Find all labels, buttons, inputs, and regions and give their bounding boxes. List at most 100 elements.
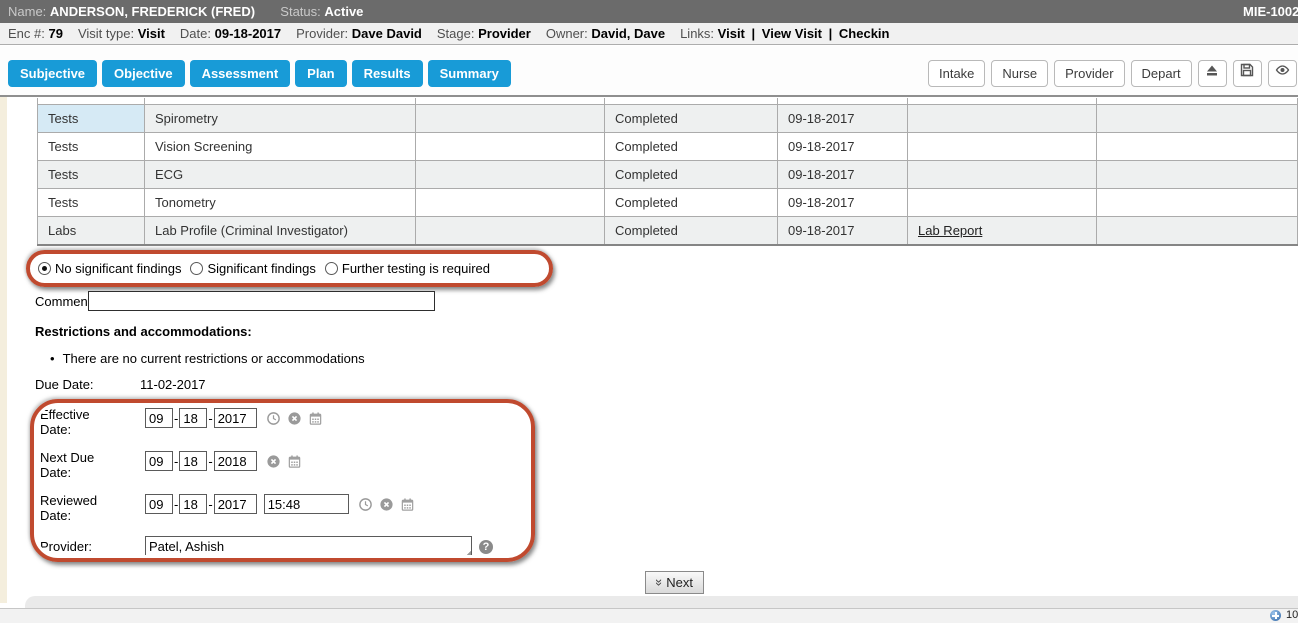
calendar-icon[interactable] [287, 454, 302, 469]
cell-item: Vision Screening [144, 132, 415, 160]
double-chevron-down-icon: » [652, 579, 667, 586]
calendar-icon[interactable] [400, 497, 415, 512]
patient-status: Active [324, 4, 363, 19]
link-checkin[interactable]: Checkin [839, 26, 890, 41]
clear-icon[interactable] [266, 454, 281, 469]
next-button[interactable]: » Next [645, 571, 704, 594]
save-icon [1239, 61, 1255, 86]
provider-field: Provider: Dave David [296, 23, 422, 44]
restriction-list-item: •There are no current restrictions or ac… [50, 351, 365, 366]
depart-button[interactable]: Depart [1131, 60, 1192, 87]
calendar-icon[interactable] [308, 411, 323, 426]
cell-detail [415, 104, 604, 132]
cell-category: Tests [37, 132, 144, 160]
next-due-date-inputs: - - [145, 451, 302, 471]
intake-button[interactable]: Intake [928, 60, 985, 87]
tab-results[interactable]: Results [352, 60, 423, 87]
results-table: Tests Spirometry Completed 09-18-2017 Te… [37, 98, 1298, 246]
cell-date: 09-18-2017 [777, 216, 907, 244]
visit-type-field: Visit type: Visit [78, 23, 165, 44]
patient-name: ANDERSON, FREDERICK (FRED) [50, 4, 255, 19]
due-date-value: 11-02-2017 [140, 377, 206, 392]
cell-item: Spirometry [144, 104, 415, 132]
radio-option-no-significant-findings[interactable]: No significant findings [38, 261, 181, 276]
clear-icon[interactable] [379, 497, 394, 512]
patient-bar: Name: ANDERSON, FREDERICK (FRED) Status:… [0, 0, 1298, 23]
next-due-date-label: Next DueDate: [40, 450, 140, 480]
cell-extra [1096, 160, 1298, 188]
browser-zoom-icon[interactable] [1270, 610, 1281, 621]
encounter-bar: Enc #: 79 Visit type: Visit Date: 09-18-… [0, 23, 1298, 45]
effective-day-input[interactable] [179, 408, 207, 428]
page-left-margin [0, 97, 7, 603]
next-due-year-input[interactable] [214, 451, 257, 471]
cell-link [907, 132, 1096, 160]
radio-label: Further testing is required [342, 261, 490, 276]
reviewed-time-input[interactable] [264, 494, 349, 514]
link-view-visit[interactable]: View Visit [762, 26, 822, 41]
radio-button-icon[interactable] [325, 262, 338, 275]
next-due-month-input[interactable] [145, 451, 173, 471]
owner-field: Owner: David, Dave [546, 23, 665, 44]
cell-date: 09-18-2017 [777, 104, 907, 132]
cell-category: Tests [37, 188, 144, 216]
patient-name-label: Name: [8, 4, 46, 19]
radio-option-further-testing[interactable]: Further testing is required [325, 261, 490, 276]
restrictions-heading: Restrictions and accommodations: [35, 324, 252, 339]
save-button[interactable] [1233, 60, 1262, 87]
cell-category: Tests [37, 160, 144, 188]
provider-button[interactable]: Provider [1054, 60, 1124, 87]
provider-form-label: Provider: [40, 539, 140, 554]
reviewed-month-input[interactable] [145, 494, 173, 514]
cell-item: Tonometry [144, 188, 415, 216]
tab-plan[interactable]: Plan [295, 60, 346, 87]
patient-status-label: Status: [280, 4, 320, 19]
radio-button-icon[interactable] [38, 262, 51, 275]
cell-detail [415, 160, 604, 188]
radio-label: Significant findings [207, 261, 315, 276]
cell-category: Tests [37, 104, 144, 132]
radio-option-significant-findings[interactable]: Significant findings [190, 261, 315, 276]
effective-month-input[interactable] [145, 408, 173, 428]
eject-button[interactable] [1198, 60, 1227, 87]
eye-icon [1274, 61, 1291, 86]
radio-button-icon[interactable] [190, 262, 203, 275]
clock-icon[interactable] [358, 497, 373, 512]
tab-objective[interactable]: Objective [102, 60, 185, 87]
table-row: Tests Tonometry Completed 09-18-2017 [37, 188, 1298, 216]
next-due-day-input[interactable] [179, 451, 207, 471]
effective-year-input[interactable] [214, 408, 257, 428]
preview-button[interactable] [1268, 60, 1297, 87]
clock-icon[interactable] [266, 411, 281, 426]
resize-grip-icon[interactable] [465, 550, 471, 556]
effective-date-inputs: - - [145, 408, 323, 428]
lab-report-link[interactable]: Lab Report [918, 223, 982, 238]
toolbar: Subjective Objective Assessment Plan Res… [0, 46, 1298, 95]
effective-date-label: EffectiveDate: [40, 407, 140, 437]
cell-status: Completed [604, 160, 777, 188]
ehr-screen: Name: ANDERSON, FREDERICK (FRED) Status:… [0, 0, 1298, 623]
table-row: Tests Spirometry Completed 09-18-2017 [37, 104, 1298, 132]
tab-subjective[interactable]: Subjective [8, 60, 97, 87]
due-date-label: Due Date: [35, 377, 94, 392]
tab-assessment[interactable]: Assessment [190, 60, 291, 87]
cell-extra [1096, 188, 1298, 216]
cell-status: Completed [604, 132, 777, 160]
cell-link [907, 160, 1096, 188]
clear-icon[interactable] [287, 411, 302, 426]
nurse-button[interactable]: Nurse [991, 60, 1048, 87]
table-row: Labs Lab Profile (Criminal Investigator)… [37, 216, 1298, 244]
reviewed-day-input[interactable] [179, 494, 207, 514]
help-icon[interactable]: ? [479, 540, 493, 554]
tab-summary[interactable]: Summary [428, 60, 511, 87]
cell-link: Lab Report [907, 216, 1096, 244]
reviewed-year-input[interactable] [214, 494, 257, 514]
cell-extra [1096, 216, 1298, 244]
table-row: Tests Vision Screening Completed 09-18-2… [37, 132, 1298, 160]
comments-input[interactable] [88, 291, 435, 311]
link-visit[interactable]: Visit [718, 26, 745, 41]
cell-status: Completed [604, 104, 777, 132]
cell-detail [415, 132, 604, 160]
provider-input[interactable] [145, 536, 472, 557]
bullet-icon: • [50, 351, 55, 366]
